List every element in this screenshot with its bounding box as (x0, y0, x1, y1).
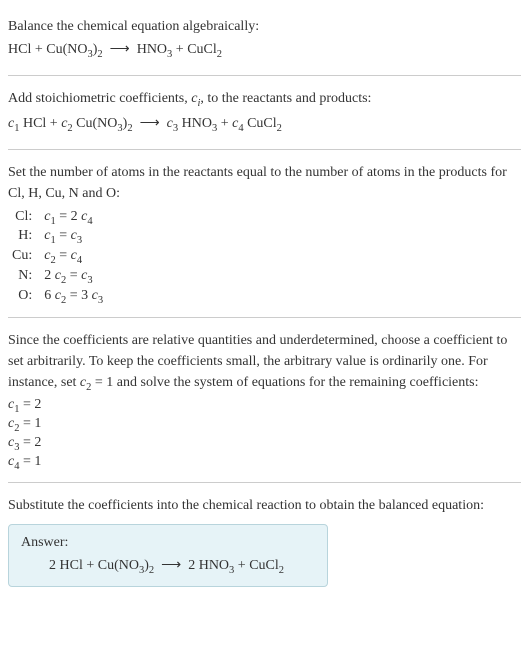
atom-label: H: (8, 227, 40, 247)
table-row: O:6 c2 = 3 c3 (8, 287, 107, 307)
answer-label: Answer: (21, 535, 315, 551)
coefficient-item: c3 = 2 (8, 435, 521, 453)
atom-equation: 6 c2 = 3 c3 (40, 287, 107, 307)
step3-section: Set the number of atoms in the reactants… (8, 154, 521, 313)
atom-equations-table: Cl:c1 = 2 c4H:c1 = c3Cu:c2 = c4N:2 c2 = … (8, 208, 107, 307)
table-row: H:c1 = c3 (8, 227, 107, 247)
coefficient-item: c2 = 1 (8, 416, 521, 434)
coefficient-item: c1 = 2 (8, 397, 521, 415)
atom-equation: c2 = c4 (40, 247, 107, 267)
step2-equation: c1 HCl + c2 Cu(NO3)2 ⟶ c3 HNO3 + c4 CuCl… (8, 113, 521, 137)
step5-section: Substitute the coefficients into the che… (8, 487, 521, 593)
atom-label: Cu: (8, 247, 40, 267)
atom-equation: c1 = 2 c4 (40, 208, 107, 228)
answer-box: Answer: 2 HCl + Cu(NO3)2 ⟶ 2 HNO3 + CuCl… (8, 524, 328, 587)
step1-section: Balance the chemical equation algebraica… (8, 8, 521, 71)
table-row: Cu:c2 = c4 (8, 247, 107, 267)
coefficient-list: c1 = 2c2 = 1c3 = 2c4 = 1 (8, 397, 521, 471)
table-row: Cl:c1 = 2 c4 (8, 208, 107, 228)
answer-equation: 2 HCl + Cu(NO3)2 ⟶ 2 HNO3 + CuCl2 (21, 557, 315, 576)
divider (8, 317, 521, 318)
divider (8, 75, 521, 76)
step3-title: Set the number of atoms in the reactants… (8, 162, 521, 204)
divider (8, 149, 521, 150)
step4-text: Since the coefficients are relative quan… (8, 330, 521, 396)
step2-section: Add stoichiometric coefficients, ci, to … (8, 80, 521, 145)
atom-equation: 2 c2 = c3 (40, 267, 107, 287)
coefficient-item: c4 = 1 (8, 454, 521, 472)
step4-section: Since the coefficients are relative quan… (8, 322, 521, 479)
divider (8, 482, 521, 483)
step5-title: Substitute the coefficients into the che… (8, 495, 521, 516)
step1-title: Balance the chemical equation algebraica… (8, 16, 521, 37)
atom-label: N: (8, 267, 40, 287)
table-row: N:2 c2 = c3 (8, 267, 107, 287)
atom-equation: c1 = c3 (40, 227, 107, 247)
atom-label: Cl: (8, 208, 40, 228)
atom-label: O: (8, 287, 40, 307)
step2-title: Add stoichiometric coefficients, ci, to … (8, 88, 521, 112)
step1-equation: HCl + Cu(NO3)2 ⟶ HNO3 + CuCl2 (8, 39, 521, 63)
